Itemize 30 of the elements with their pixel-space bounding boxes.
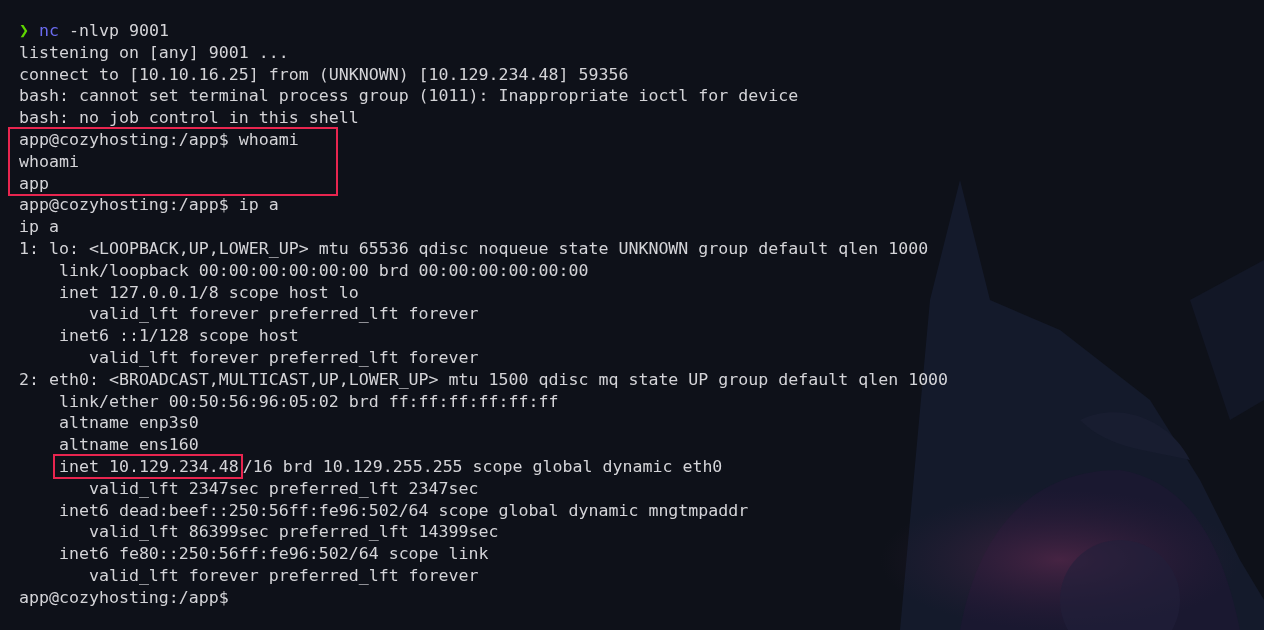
terminal-line: app bbox=[19, 173, 49, 193]
terminal-line: ip a bbox=[19, 217, 59, 237]
terminal-line: inet 127.0.0.1/8 scope host lo bbox=[57, 282, 359, 302]
terminal-line: altname ens160 bbox=[57, 435, 199, 455]
terminal-line: app@cozyhosting:/app$ whoami bbox=[19, 130, 299, 149]
terminal-line: link/ether 00:50:56:96:05:02 brd ff:ff:ff:ff:ff:ff bbox=[57, 391, 559, 411]
terminal-line: app@cozyhosting:/app$ ip a bbox=[19, 195, 279, 215]
terminal-line: whoami bbox=[19, 151, 79, 171]
terminal-line: valid_lft forever preferred_lft forever bbox=[87, 347, 479, 367]
terminal-line: valid_lft 2347sec preferred_lft 2347sec bbox=[87, 478, 479, 498]
command-name: nc bbox=[39, 21, 59, 40]
terminal-line: valid_lft forever preferred_lft forever bbox=[87, 304, 479, 324]
prompt-arrow: ❯ bbox=[19, 21, 29, 40]
terminal-line: inet6 dead:beef::250:56ff:fe96:502/64 scope global dynamic mngtmpaddr bbox=[57, 500, 749, 520]
terminal-line: inet6 ::1/128 scope host bbox=[57, 326, 299, 346]
terminal-line: bash: no job control in this shell bbox=[19, 108, 359, 128]
terminal-text: -nlvp 9001 bbox=[67, 21, 169, 40]
highlighted-text: inet 10.129.234.48 bbox=[53, 453, 243, 479]
terminal-line: link/loopback 00:00:00:00:00:00 brd 00:00:00:00:00:00 bbox=[57, 260, 589, 280]
terminal-line: 1: lo: <LOOPBACK,UP,LOWER_UP> mtu 65536 qdisc noqueue state UNKNOWN group default qlen 1000 bbox=[19, 238, 929, 258]
terminal-line: altname enp3s0 bbox=[57, 413, 199, 433]
terminal-line: connect to [10.10.16.25] from (UNKNOWN) [10.129.234.48] 59356 bbox=[19, 64, 629, 84]
terminal-line: app@cozyhosting:/app$ bbox=[19, 587, 229, 607]
terminal-line: listening on [any] 9001 ... bbox=[19, 42, 289, 62]
terminal-line: inet6 fe80::250:56ff:fe96:502/64 scope link bbox=[57, 544, 489, 564]
terminal-text: /16 brd 10.129.255.255 scope global dynamic eth0 bbox=[242, 456, 723, 476]
terminal-line: valid_lft forever preferred_lft forever bbox=[87, 565, 479, 585]
terminal-line: valid_lft 86399sec preferred_lft 14399sec bbox=[87, 522, 499, 542]
terminal-line: 2: eth0: <BROADCAST,MULTICAST,UP,LOWER_UP> mtu 1500 qdisc mq state UP group default qlen 1000 bbox=[19, 369, 949, 389]
terminal-line: bash: cannot set terminal process group (1011): Inappropriate ioctl for device bbox=[19, 86, 799, 106]
